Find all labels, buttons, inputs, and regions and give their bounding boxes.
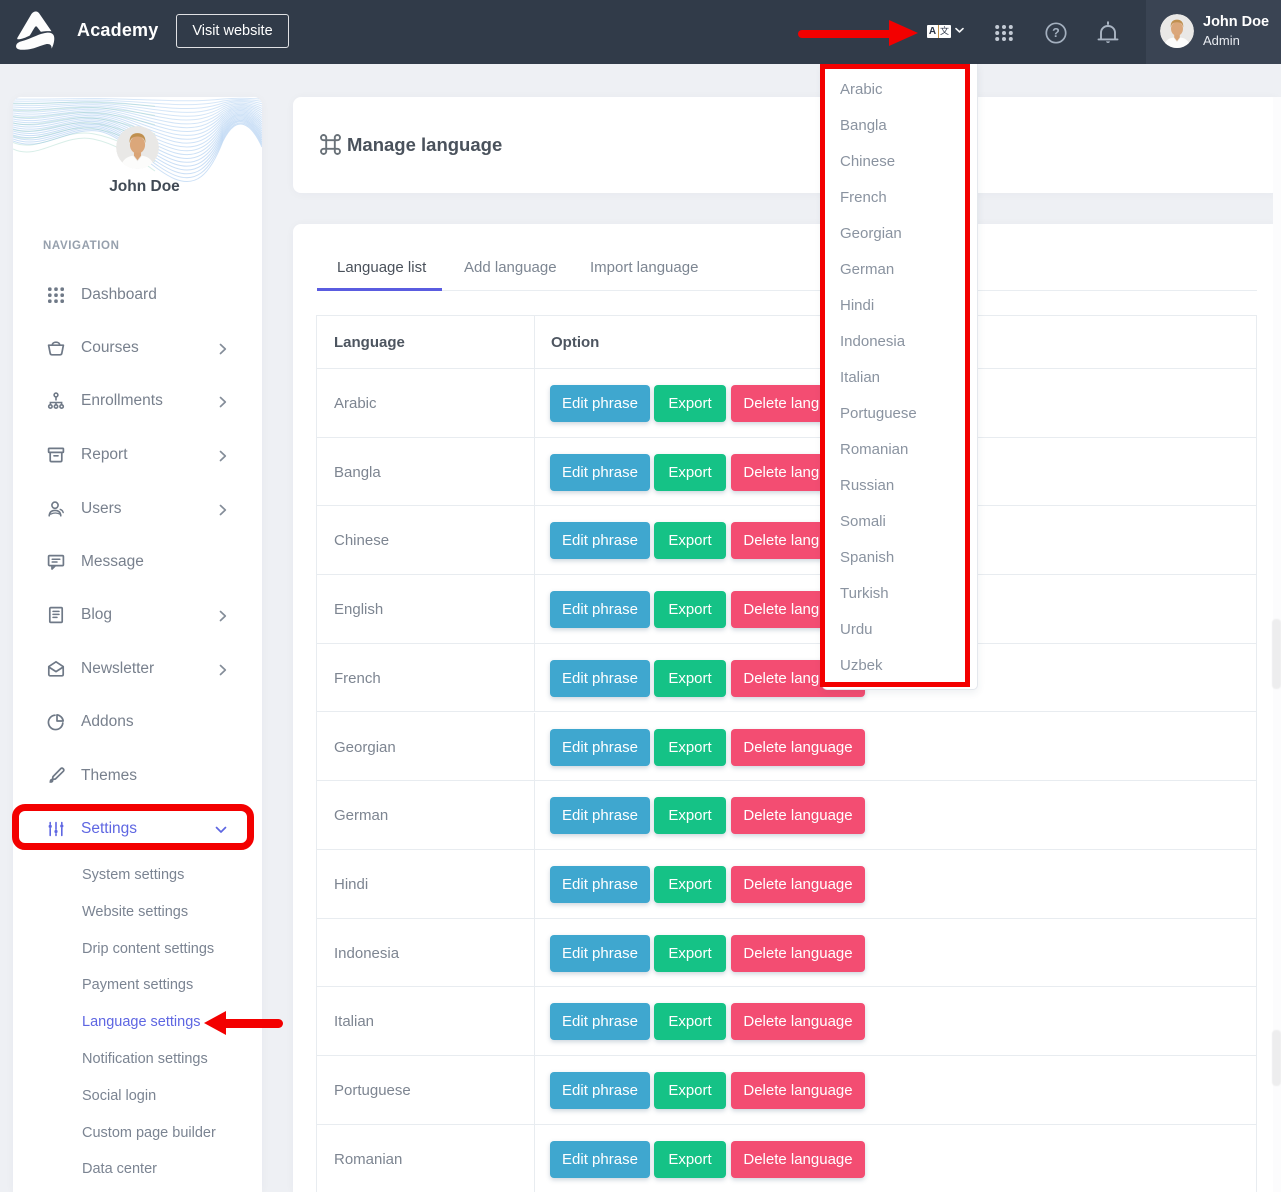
- svg-text:?: ?: [1052, 26, 1060, 40]
